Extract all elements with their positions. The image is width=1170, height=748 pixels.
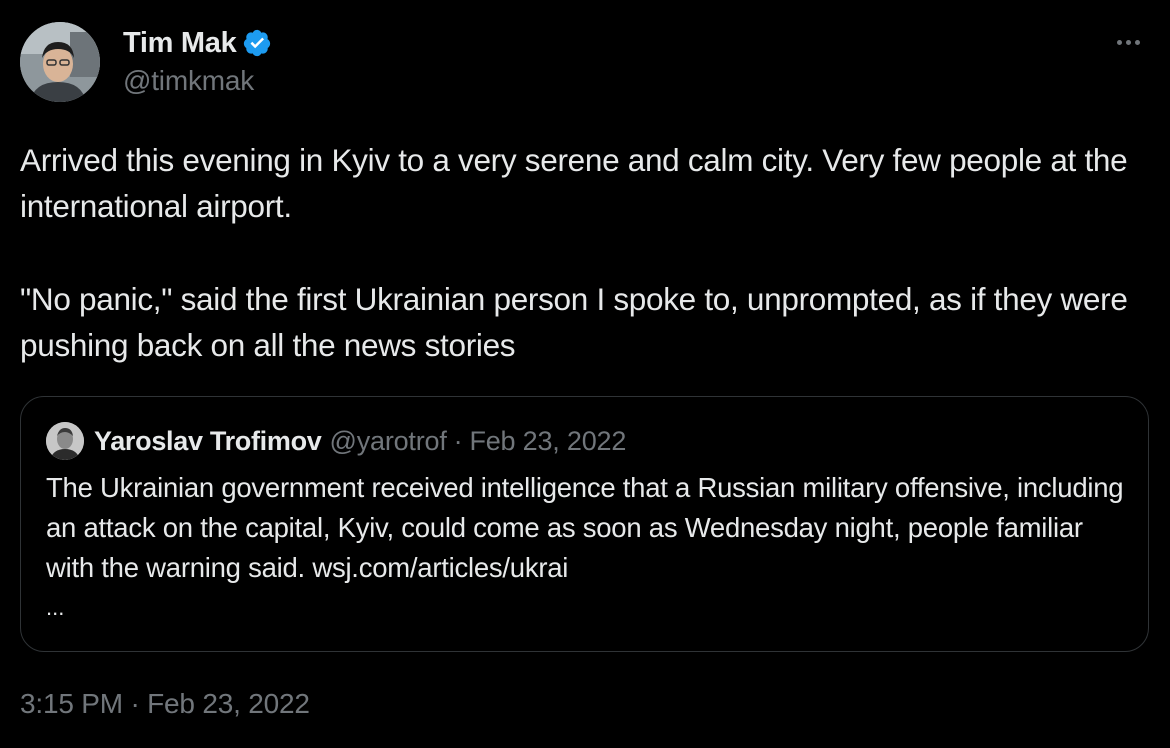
quoted-tweet-ellipsis: ... — [46, 595, 65, 620]
quoted-author-display-name[interactable]: Yaroslav Trofimov — [94, 426, 322, 457]
author-info: Tim Mak @timkmak — [123, 26, 272, 97]
author-handle[interactable]: @timkmak — [123, 65, 272, 97]
quoted-author-avatar[interactable] — [46, 422, 84, 460]
tweet-text-paragraph: "No panic," said the first Ukrainian per… — [20, 281, 1128, 363]
quoted-tweet-text: The Ukrainian government received intell… — [46, 472, 1124, 583]
tweet: Tim Mak @timkmak Arrived this evening in… — [0, 0, 1170, 748]
separator-dot: · — [453, 425, 463, 456]
tweet-text: Arrived this evening in Kyiv to a very s… — [20, 137, 1150, 368]
author-avatar-image — [20, 22, 100, 102]
author-avatar[interactable] — [20, 22, 100, 102]
verified-badge-icon[interactable] — [242, 28, 272, 58]
more-horizontal-icon-dot — [1116, 39, 1122, 45]
tweet-text-paragraph: Arrived this evening in Kyiv to a very s… — [20, 142, 1128, 224]
more-horizontal-icon-dot — [1134, 39, 1140, 45]
quoted-author-avatar-image — [46, 422, 84, 460]
tweet-timestamp[interactable]: 3:15 PM · Feb 23, 2022 — [20, 688, 310, 720]
quoted-author-handle[interactable]: @yarotrof — [330, 426, 447, 457]
author-name-row: Tim Mak — [123, 26, 272, 60]
more-horizontal-icon-dot — [1125, 39, 1131, 45]
quoted-tweet-header: Yaroslav Trofimov @yarotrof · Feb 23, 20… — [46, 422, 626, 460]
author-display-name[interactable]: Tim Mak — [123, 27, 237, 60]
quoted-tweet-date[interactable]: Feb 23, 2022 — [469, 426, 626, 457]
more-options-button[interactable] — [1108, 30, 1148, 54]
quoted-tweet-card[interactable]: Yaroslav Trofimov @yarotrof · Feb 23, 20… — [20, 396, 1149, 652]
